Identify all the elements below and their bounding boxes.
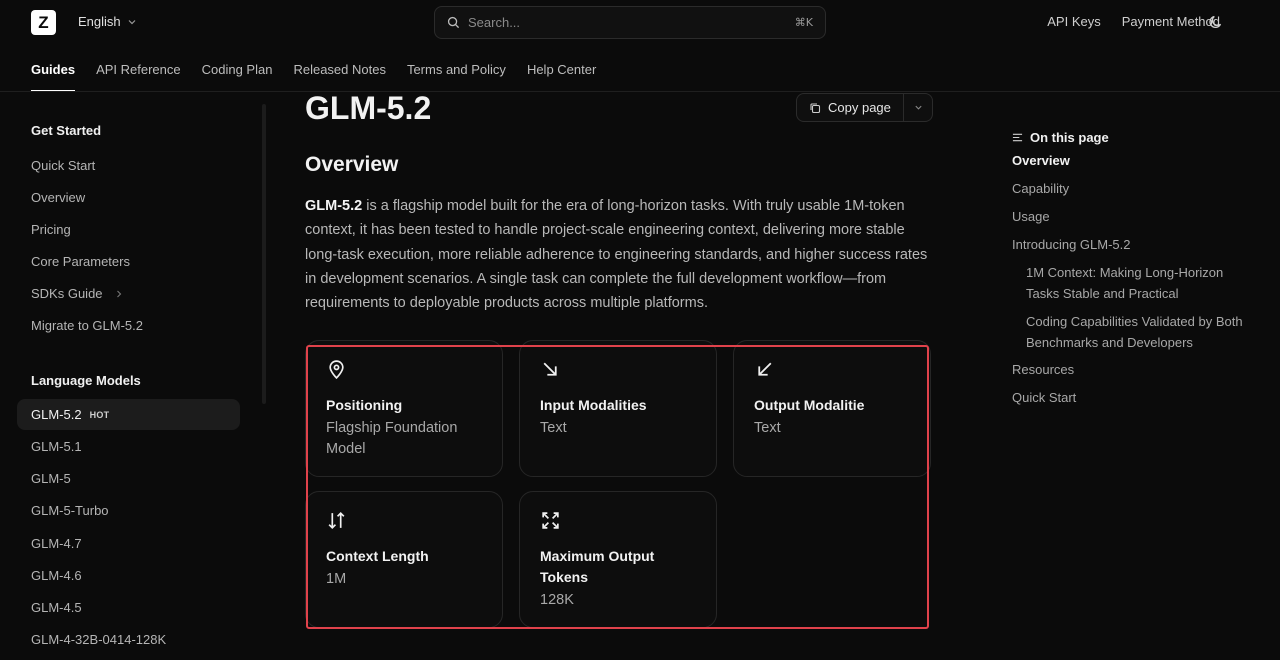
sidebar-item-glm-4-5[interactable]: GLM-4.5 [31, 600, 82, 615]
card-title: Input Modalities [540, 397, 647, 413]
card-value: 1M [326, 571, 347, 587]
tab-terms-and-policy[interactable]: Terms and Policy [407, 62, 506, 90]
language-label: English [78, 14, 121, 29]
logo-letter: Z [38, 12, 49, 32]
sidebar-item-sdks-guide[interactable]: SDKs Guide [31, 286, 123, 301]
logo[interactable]: Z [31, 10, 56, 35]
sidebar-item-core-parameters[interactable]: Core Parameters [31, 254, 130, 269]
chevron-down-icon [128, 19, 136, 24]
copy-icon [810, 102, 821, 113]
sidebar-item-glm-5-turbo[interactable]: GLM-5-Turbo [31, 503, 109, 518]
sidebar-item-label: GLM-5 [31, 471, 71, 486]
copy-page-button[interactable]: Copy page [797, 94, 904, 121]
top-links: API Keys Payment Method [1047, 14, 1220, 29]
card-value: Text [540, 420, 567, 436]
moon-icon[interactable] [1208, 14, 1224, 30]
sidebar-item-label: GLM-4-32B-0414-128K [31, 632, 167, 647]
card-value: 128K [540, 592, 574, 608]
arrow-down-right-icon [543, 362, 557, 376]
chevron-down-icon [914, 105, 922, 110]
api-keys-link[interactable]: API Keys [1047, 14, 1100, 29]
sidebar-item-glm-5[interactable]: GLM-5 [31, 471, 71, 486]
tab-help-center[interactable]: Help Center [527, 62, 596, 90]
map-pin-icon [329, 360, 344, 380]
sidebar-item-label: GLM-4.6 [31, 568, 82, 583]
search-icon [447, 16, 460, 29]
toc-item-resources[interactable]: Resources [1012, 360, 1252, 381]
sidebar-item-glm-4-32b[interactable]: GLM-4-32B-0414-128K [31, 632, 166, 647]
toc-heading: On this page [1012, 130, 1109, 145]
chevron-right-icon [116, 290, 121, 297]
payment-method-link[interactable]: Payment Method [1122, 14, 1220, 29]
toc-item-introducing[interactable]: Introducing GLM-5.2 [1012, 235, 1252, 256]
toc-item-quick-start[interactable]: Quick Start [1012, 388, 1252, 409]
sidebar-item-migrate[interactable]: Migrate to GLM-5.2 [31, 318, 143, 333]
card-title: Maximum Output Tokens [540, 548, 655, 585]
sidebar-item-label: Pricing [31, 222, 71, 237]
sidebar-item-label: Migrate to GLM-5.2 [31, 318, 143, 333]
sidebar-scrollbar[interactable] [262, 104, 266, 404]
copy-options-button[interactable] [904, 103, 932, 112]
tab-coding-plan[interactable]: Coding Plan [202, 62, 273, 90]
intro-text: is a flagship model built for the era of… [305, 198, 928, 312]
sidebar: Get Started Quick Start Overview Pricing… [0, 92, 266, 660]
copy-page-label: Copy page [828, 100, 891, 115]
sidebar-item-glm-5-1[interactable]: GLM-5.1 [31, 439, 82, 454]
sidebar-item-glm-5-2[interactable]: GLM-5.2 HOT [17, 399, 240, 430]
tab-released-notes[interactable]: Released Notes [293, 62, 386, 90]
page-title: GLM-5.2 [305, 90, 432, 126]
sidebar-item-label: GLM-4.7 [31, 536, 82, 551]
sidebar-item-pricing[interactable]: Pricing [31, 222, 71, 237]
copy-page-button-group: Copy page [796, 93, 933, 122]
sidebar-item-label: Overview [31, 190, 86, 205]
card-value: Flagship Foundation Model [326, 420, 458, 457]
arrow-down-left-icon [758, 362, 772, 376]
maximize-icon [542, 512, 559, 529]
intro-paragraph: GLM-5.2 is a flagship model built for th… [305, 194, 935, 315]
search-input[interactable] [468, 15, 795, 30]
card-input-modalities: Input Modalities Text [519, 340, 717, 477]
sidebar-item-glm-4-7[interactable]: GLM-4.7 [31, 536, 82, 551]
card-context-length: Context Length 1M [305, 491, 503, 628]
card-positioning: Positioning Flagship Foundation Model [305, 340, 503, 477]
card-value: Text [754, 420, 781, 436]
sidebar-item-label: Quick Start [31, 158, 96, 173]
card-title: Context Length [326, 548, 429, 564]
sidebar-item-label: SDKs Guide [31, 286, 103, 301]
toc-item-1m-context[interactable]: 1M Context: Making Long-Horizon Tasks St… [1026, 263, 1252, 304]
docs-app: Z English ⌘K API Keys Payment Method Gui… [0, 0, 1280, 660]
top-bar: Z English ⌘K API Keys Payment Method [0, 0, 1280, 46]
card-title: Positioning [326, 397, 403, 413]
tab-guides[interactable]: Guides [31, 62, 76, 91]
tab-api-reference[interactable]: API Reference [96, 62, 181, 90]
sidebar-item-label: GLM-5-Turbo [31, 503, 109, 518]
section-title-language-models: Language Models [31, 373, 141, 388]
search-shortcut: ⌘K [794, 16, 813, 29]
card-title: Output Modalitie [754, 397, 865, 413]
nav-tabs: Guides API Reference Coding Plan Release… [31, 62, 596, 91]
sidebar-item-quick-start[interactable]: Quick Start [31, 158, 95, 173]
toc-item-coding-capabilities[interactable]: Coding Capabilities Validated by Both Be… [1026, 312, 1252, 353]
language-selector[interactable]: English [78, 14, 137, 29]
sidebar-item-label: GLM-5.1 [31, 439, 82, 454]
card-max-output-tokens: Maximum Output Tokens 128K [519, 491, 717, 628]
card-output-modalities: Output Modalitie Text [733, 340, 931, 477]
arrows-up-down-icon [328, 511, 345, 530]
sidebar-item-label: Core Parameters [31, 254, 130, 269]
section-title-get-started: Get Started [31, 123, 102, 138]
toc-heading-label: On this page [1030, 130, 1109, 145]
overview-heading: Overview [305, 153, 399, 176]
intro-model-name: GLM-5.2 [305, 198, 363, 214]
toc-item-capability[interactable]: Capability [1012, 179, 1252, 200]
list-icon [1012, 133, 1023, 142]
sidebar-item-overview[interactable]: Overview [31, 190, 85, 205]
toc-item-overview[interactable]: Overview [1012, 151, 1252, 172]
toc-item-usage[interactable]: Usage [1012, 207, 1252, 228]
hot-badge: HOT [89, 409, 110, 420]
sidebar-item-label: GLM-4.5 [31, 600, 82, 615]
sidebar-item-glm-4-6[interactable]: GLM-4.6 [31, 568, 82, 583]
sidebar-item-label: GLM-5.2 [31, 407, 82, 422]
search-box[interactable]: ⌘K [434, 6, 826, 39]
